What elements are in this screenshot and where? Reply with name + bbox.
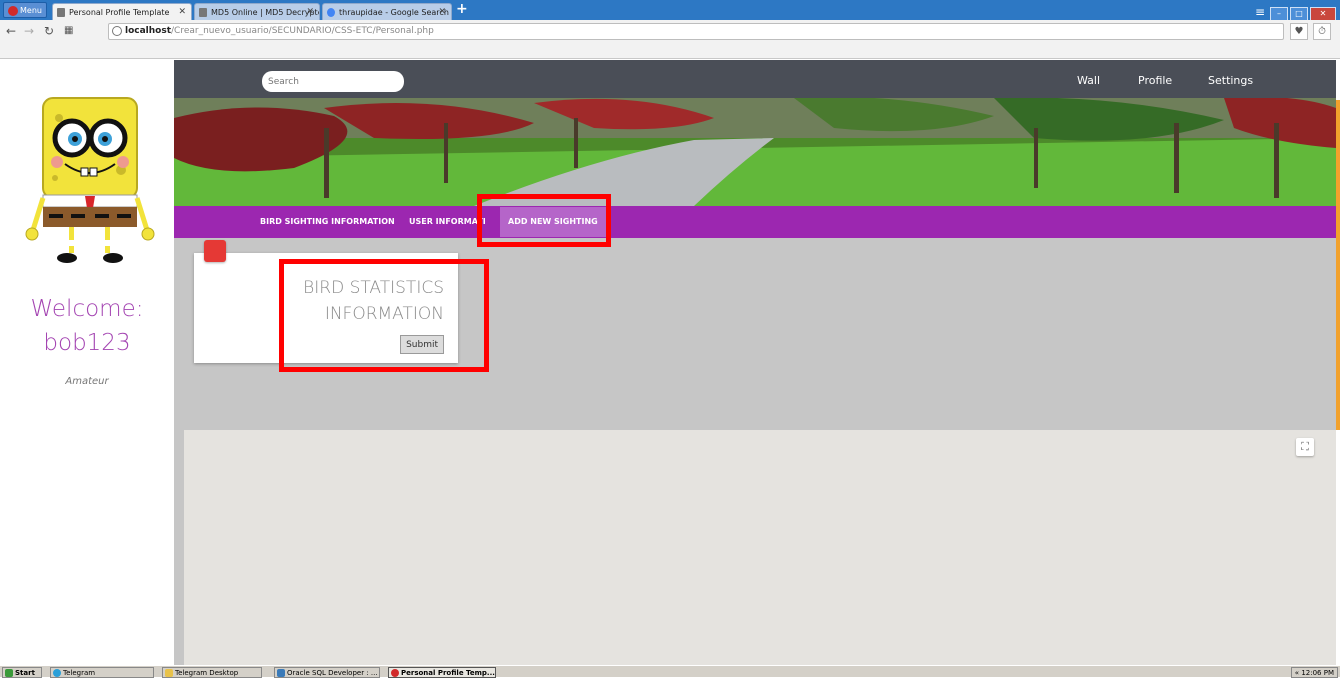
start-button[interactable]: Start	[2, 667, 42, 678]
taskbar-label: Telegram	[63, 669, 96, 677]
nav-link-wall[interactable]: Wall	[1077, 74, 1100, 87]
close-tab-icon[interactable]: ✕	[178, 4, 186, 20]
new-tab-icon[interactable]: +	[456, 1, 468, 17]
speed-dial-icon[interactable]: ▦	[64, 25, 73, 36]
telegram-icon	[53, 669, 61, 677]
os-taskbar: Start Telegram Telegram Desktop Oracle S…	[0, 665, 1340, 678]
highlight-box-add-sighting	[477, 194, 611, 247]
menu-label: Menu	[20, 6, 42, 15]
nav-link-profile[interactable]: Profile	[1138, 74, 1172, 87]
tab-bird-sighting-information[interactable]: BIRD SIGHTING INFORMATION	[260, 217, 395, 226]
main-area: Wall Profile Settings BIRD SIGHTING INFO…	[174, 60, 1336, 665]
taskbar-item-telegram[interactable]: Telegram	[50, 667, 154, 678]
start-label: Start	[15, 669, 35, 677]
close-window-icon[interactable]: ✕	[1310, 7, 1336, 21]
browser-tab-personal-profile[interactable]: Personal Profile Template ✕	[52, 3, 192, 20]
reload-icon[interactable]: ↻	[44, 24, 54, 38]
taskbar-label: Oracle SQL Developer : ...	[287, 669, 378, 677]
map-container[interactable]: ⛶	[184, 430, 1336, 665]
page-icon	[57, 8, 65, 17]
forward-icon[interactable]: →	[24, 24, 34, 38]
download-icon[interactable]: ⏱	[1313, 23, 1331, 40]
user-level: Amateur	[65, 376, 109, 387]
taskbar-label: Telegram Desktop	[175, 669, 239, 677]
tab-user-information[interactable]: USER INFORMATI	[409, 217, 486, 226]
taskbar-item-personal-profile[interactable]: Personal Profile Temp...	[388, 667, 496, 678]
browser-tab-google[interactable]: thraupidae - Google Search ✕	[322, 3, 452, 20]
tray-chevron-icon[interactable]: «	[1295, 669, 1299, 677]
system-tray: « 12:06 PM	[1290, 667, 1338, 678]
folder-icon	[165, 669, 173, 677]
nav-link-settings[interactable]: Settings	[1208, 74, 1253, 87]
browser-tab-bar: Menu Personal Profile Template ✕ MD5 Onli…	[0, 0, 1340, 21]
windows-logo-icon	[5, 669, 13, 677]
welcome-label: Welcome:	[30, 296, 144, 322]
section-tabs: BIRD SIGHTING INFORMATION USER INFORMATI…	[174, 206, 1336, 238]
welcome-heading: Welcome: bob123	[0, 292, 174, 360]
browser-tab-md5[interactable]: MD5 Online | MD5 Decrypter ✕	[194, 3, 320, 20]
avatar	[25, 97, 155, 263]
scrollbar[interactable]	[1336, 100, 1340, 430]
search-input[interactable]	[262, 71, 404, 92]
card-flag-icon	[204, 240, 226, 262]
top-navigation: Wall Profile Settings	[174, 60, 1336, 98]
opera-logo-icon	[8, 5, 18, 16]
window-controls: ≡ – □ ✕	[1250, 1, 1336, 21]
tab-label: Personal Profile Template	[69, 8, 170, 17]
taskbar-item-oracle-sql[interactable]: Oracle SQL Developer : ...	[274, 667, 380, 678]
url-host: localhost	[125, 26, 172, 36]
close-tab-icon[interactable]: ✕	[438, 4, 446, 20]
tab-label: MD5 Online | MD5 Decrypter	[211, 8, 320, 17]
google-icon	[327, 8, 335, 17]
address-bar: ← → ↻ ▦ localhost/Crear_nuevo_usuario/SE…	[0, 20, 1340, 59]
site-info-icon[interactable]	[112, 26, 122, 36]
username: bob123	[43, 330, 131, 356]
oracle-icon	[277, 669, 285, 677]
taskbar-label: Personal Profile Temp...	[401, 669, 495, 677]
browser-menu-button[interactable]: Menu	[3, 2, 47, 18]
tab-menu-icon[interactable]: ≡	[1252, 6, 1268, 20]
fullscreen-icon[interactable]: ⛶	[1296, 438, 1314, 456]
page-content: Welcome: bob123 Amateur Wall Profile Set…	[0, 60, 1340, 665]
tab-label: thraupidae - Google Search	[339, 8, 449, 17]
taskbar-item-telegram-desktop[interactable]: Telegram Desktop	[162, 667, 262, 678]
close-tab-icon[interactable]: ✕	[306, 4, 314, 20]
profile-sidebar: Welcome: bob123 Amateur	[0, 60, 174, 665]
heart-icon[interactable]: ♥	[1290, 23, 1308, 40]
opera-icon	[391, 669, 399, 677]
url-field[interactable]: localhost/Crear_nuevo_usuario/SECUNDARIO…	[108, 23, 1284, 40]
lock-icon	[199, 8, 207, 17]
url-path: /Crear_nuevo_usuario/SECUNDARIO/CSS-ETC/…	[171, 26, 434, 36]
cover-photo	[174, 98, 1336, 206]
highlight-box-statistics	[279, 259, 489, 372]
back-icon[interactable]: ←	[6, 24, 16, 38]
maximize-icon[interactable]: □	[1290, 7, 1308, 21]
clock: 12:06 PM	[1301, 669, 1334, 677]
minimize-icon[interactable]: –	[1270, 7, 1288, 21]
